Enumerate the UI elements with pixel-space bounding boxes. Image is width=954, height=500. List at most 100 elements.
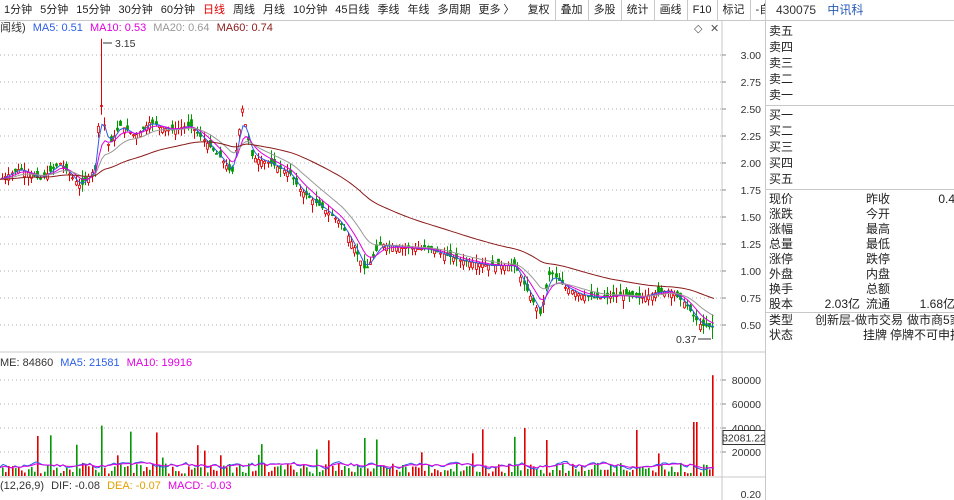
volume-bar	[204, 450, 206, 476]
period-tab[interactable]: 季线	[374, 0, 404, 20]
volume-bar	[274, 466, 276, 476]
toolbar-button[interactable]: 统计	[622, 0, 655, 20]
volume-value: ME: 84860	[0, 357, 54, 369]
period-tab[interactable]: 月线	[259, 0, 289, 20]
type-label: 类型	[769, 313, 794, 327]
candle-body	[55, 163, 58, 167]
candle-body	[507, 265, 510, 272]
candle-body	[439, 252, 442, 255]
period-tab[interactable]: 5分钟	[36, 0, 72, 20]
toolbar-button[interactable]: 叠加	[556, 0, 589, 20]
candle-body	[359, 260, 362, 266]
volume-bar	[47, 465, 49, 476]
price-tick-label: 1.50	[741, 212, 762, 224]
volume-bar	[552, 470, 554, 476]
vol-ma10-value: MA10: 19916	[126, 357, 193, 369]
price-tick-label: 1.00	[741, 266, 762, 278]
close-icon[interactable]: ✕	[710, 22, 719, 35]
volume-bar	[24, 472, 26, 476]
quote-panel: 430075 中讯科 卖五 卖四 卖三 卖二 卖一 买一 买二 买三 买四 买五 现价 昨收 0.4…	[765, 0, 954, 500]
ma-legend: 闻线) MA5: 0.51 MA10: 0.53 MA20: 0.64 MA60…	[0, 21, 273, 35]
stock-name[interactable]: 中讯科	[827, 3, 863, 17]
volume-bar	[140, 465, 142, 476]
volume-bar	[680, 462, 682, 476]
volume-bar	[133, 472, 135, 476]
candle-body	[135, 134, 138, 139]
volume-bar	[642, 467, 644, 476]
volume-bar	[373, 468, 375, 476]
dea-value: DEA: -0.07	[107, 480, 161, 492]
volume-bar	[268, 472, 270, 476]
volume-bar	[85, 463, 87, 476]
candle-body	[337, 220, 340, 224]
candle-body	[260, 159, 263, 167]
toolbar-button[interactable]: 标记	[718, 0, 751, 20]
candle-body	[433, 250, 436, 255]
period-tab[interactable]: 30分钟	[115, 0, 157, 20]
candle-body	[276, 166, 279, 173]
ma60-line	[0, 141, 715, 299]
volume-bar	[120, 464, 122, 476]
volume-bar	[319, 471, 321, 476]
volume-bar	[648, 467, 650, 476]
buy-level-label: 买三	[769, 140, 794, 154]
period-tab[interactable]: 15分钟	[72, 0, 114, 20]
toolbar-button[interactable]: 多股	[589, 0, 622, 20]
toolbar-button[interactable]: F10	[688, 0, 718, 20]
volume-bar	[399, 471, 401, 476]
volume-bar	[546, 440, 548, 476]
volume-bar	[79, 468, 81, 476]
volume-bar	[610, 464, 612, 476]
volume-tick-label: 60000	[732, 399, 761, 411]
volume-bar	[28, 469, 30, 476]
volume-bars	[2, 375, 714, 476]
volume-bar	[709, 469, 711, 476]
period-tab[interactable]: 45日线	[331, 0, 373, 20]
period-tab[interactable]: 多周期	[434, 0, 475, 20]
indicator-label: 闻线)	[0, 22, 26, 34]
sell-level-label: 卖五	[769, 24, 794, 38]
price-tick-label: 1.25	[741, 239, 762, 251]
candle-body	[353, 247, 356, 254]
candle-body	[555, 273, 558, 278]
period-tab[interactable]: 更多 〉	[475, 0, 519, 20]
period-tab[interactable]: 年线	[404, 0, 434, 20]
quote-field-label: 今开	[866, 207, 891, 221]
kline-chart[interactable]: 3.00 2.75 2.50 2.25 2.00 1.75 1.50 1.25 1.00 0.75…	[0, 21, 765, 500]
ma20-value: MA20: 0.64	[153, 22, 210, 34]
volume-bar	[568, 470, 570, 476]
candle-body	[241, 108, 244, 113]
volume-bar	[431, 472, 433, 476]
volume-bar	[380, 465, 382, 476]
volume-bar	[524, 428, 526, 476]
candle-body	[583, 295, 586, 302]
diamond-icon[interactable]: ◇	[694, 22, 702, 35]
candle-body	[75, 181, 78, 186]
period-tab[interactable]: 60分钟	[157, 0, 199, 20]
period-tab[interactable]: 日线	[199, 0, 229, 20]
volume-bar	[69, 469, 71, 476]
candle-body	[599, 297, 602, 300]
status-extra: 停牌不可申报	[890, 328, 954, 342]
period-tab[interactable]: 10分钟	[289, 0, 331, 20]
volume-bar	[629, 472, 631, 476]
volume-tick-label: 80000	[732, 375, 761, 387]
volume-bar	[114, 466, 116, 476]
candle-body	[327, 212, 330, 216]
volume-bar	[424, 470, 426, 476]
toolbar-button[interactable]: 画线	[655, 0, 688, 20]
volume-bar	[348, 468, 350, 476]
toolbar-button[interactable]: 复权	[523, 0, 556, 20]
volume-bar	[479, 471, 481, 476]
candle-body	[299, 188, 302, 192]
quote-header: 430075 中讯科	[766, 0, 954, 21]
volume-bar	[540, 469, 542, 476]
volume-bar	[575, 469, 577, 476]
volume-bar	[175, 471, 177, 476]
volume-bar	[316, 449, 318, 476]
candle-body	[494, 265, 497, 273]
period-tab[interactable]: 周线	[229, 0, 259, 20]
volume-legend: ME: 84860 MA5: 21581 MA10: 19916	[0, 356, 192, 370]
period-tab[interactable]: 1分钟	[0, 0, 36, 20]
quote-field-label: 现价	[769, 192, 794, 206]
